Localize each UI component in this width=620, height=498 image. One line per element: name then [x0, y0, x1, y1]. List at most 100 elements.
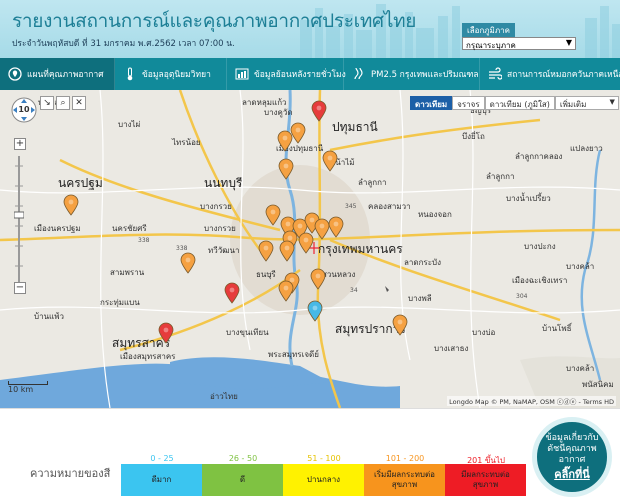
- nav-item-northern-haze[interactable]: สถานการณ์หมอกควันภาคเหนือ: [480, 58, 620, 90]
- map-attribution: Longdo Map © PM, NaMAP, OSM ⓒⓓⓔ - Terms …: [447, 396, 616, 406]
- zoom-out-button[interactable]: −: [14, 282, 26, 294]
- aqi-info-link: คลิ๊กที่นี่: [554, 468, 590, 481]
- svg-text:338: 338: [138, 237, 150, 244]
- nav-item-label: ข้อมูลย้อนหลังรายชั่วโมง: [254, 70, 346, 80]
- map-scale-label: 10 km: [8, 385, 34, 394]
- nav-item-hourly-history[interactable]: ข้อมูลย้อนหลังรายชั่วโมง: [227, 58, 346, 90]
- aqi-station-marker[interactable]: [63, 194, 79, 216]
- map-place-label: คลองสามวา: [368, 202, 411, 211]
- map-place-label: ปทุมธานี: [332, 120, 378, 134]
- main-nav: แผนที่คุณภาพอากาศ ข้อมูลอุตุนิยมวิทยา ข้…: [0, 58, 620, 90]
- aqi-station-marker[interactable]: [307, 300, 323, 322]
- aqi-station-marker[interactable]: [392, 314, 408, 336]
- map-place-label: กรุงเทพมหานคร: [318, 242, 403, 256]
- aqi-station-marker[interactable]: [311, 100, 327, 122]
- aqi-station-marker[interactable]: [224, 282, 240, 304]
- search-tool-icon[interactable]: ⌕: [56, 96, 70, 110]
- map-place-label: ลำลูกกาคลอง: [515, 152, 563, 161]
- region-select[interactable]: กรุณาระบุภาค ▼: [462, 37, 576, 50]
- map-place-label: บางคล้า: [566, 262, 595, 271]
- maptype-more-label: เพิ่มเติม: [559, 100, 587, 109]
- aqi-info-button[interactable]: ข้อมูลเกี่ยวกับดัชนีคุณภาพอากาศ คลิ๊กที่…: [532, 417, 612, 497]
- page-title: รายงานสถานการณ์และคุณภาพอากาศประเทศไทย: [12, 10, 417, 32]
- map-place-label: บ้านโพธิ์: [542, 324, 572, 333]
- clear-tool-icon[interactable]: ✕: [72, 96, 86, 110]
- aqi-info-text: ข้อมูลเกี่ยวกับดัชนีคุณภาพอากาศ: [545, 433, 599, 465]
- aqi-station-marker[interactable]: [290, 122, 306, 144]
- map-place-label: บางไผ่: [118, 120, 141, 129]
- map-place-label: บางเสาธง: [434, 344, 469, 353]
- aqi-station-marker[interactable]: [180, 252, 196, 274]
- map-place-label: ไทรน้อย: [172, 138, 201, 147]
- svg-text:345: 345: [345, 203, 357, 210]
- map-place-label: เมืองนครปฐม: [34, 224, 81, 233]
- region-select-value: กรุณาระบุภาค: [466, 41, 516, 50]
- map-place-label: บางขุนเทียน: [226, 328, 269, 337]
- aqi-station-marker[interactable]: [310, 268, 326, 290]
- maptype-satellite[interactable]: ดาวเทียม: [410, 96, 453, 110]
- map-place-label: พนัสนิคม: [582, 380, 614, 389]
- map-place-label: กระทุ่มแบน: [100, 298, 140, 307]
- legend-range-2: 26 - 50: [228, 454, 258, 463]
- map-place-label: นนทบุรี: [204, 176, 243, 190]
- aqi-map[interactable]: 338 338 7 345 34 304 ปทุมธานี นครปฐม นนทบุรี กร…: [0, 90, 620, 408]
- map-place-label: พระสมุทรเจดีย์: [268, 350, 319, 359]
- header: รายงานสถานการณ์และคุณภาพอากาศประเทศไทย ป…: [0, 0, 620, 58]
- aqi-station-marker[interactable]: [278, 158, 294, 180]
- nav-item-weather[interactable]: ข้อมูลอุตุนิยมวิทยา: [115, 58, 227, 90]
- chevron-down-icon: ▼: [565, 38, 572, 47]
- aqi-station-marker[interactable]: [278, 280, 294, 302]
- map-type-switcher: ดาวเทียม จราจร ดาวเทียม (ภูมิใส) เพิ่มเต…: [410, 96, 619, 110]
- zoom-slider[interactable]: [14, 142, 24, 290]
- map-place-label: เมืองฉะเชิงเทรา: [512, 276, 568, 285]
- aqi-station-marker[interactable]: [279, 240, 295, 262]
- map-place-label: บ้านแพ้ว: [34, 312, 64, 321]
- nav-item-aqi-map[interactable]: แผนที่คุณภาพอากาศ: [0, 58, 115, 90]
- nav-item-label: ข้อมูลอุตุนิยมวิทยา: [142, 70, 211, 80]
- map-place-label: สามพราน: [110, 268, 145, 277]
- aqi-station-marker[interactable]: [258, 240, 274, 262]
- svg-text:34: 34: [350, 287, 358, 294]
- measure-tool-icon[interactable]: ↘: [40, 96, 54, 110]
- aqi-station-marker[interactable]: [265, 204, 281, 226]
- map-place-label: นครปฐม: [58, 176, 103, 190]
- map-place-label: บึงยี่โถ: [462, 132, 485, 141]
- zoom-level: 10: [18, 105, 30, 114]
- chevron-down-icon: ▼: [609, 98, 615, 106]
- maptype-hybrid[interactable]: ดาวเทียม (ภูมิใส): [484, 96, 555, 110]
- legend-title: ความหมายของสี: [30, 467, 111, 480]
- legend-range-1: 0 - 25: [150, 454, 174, 463]
- aqi-station-marker[interactable]: [328, 216, 344, 238]
- maptype-more[interactable]: เพิ่มเติม ▼: [554, 96, 619, 110]
- map-place-label: ลำลูกกา: [486, 172, 515, 181]
- map-place-label: บางพลี: [408, 294, 432, 303]
- aqi-station-marker[interactable]: [158, 322, 174, 344]
- thermometer-icon: [123, 67, 137, 81]
- legend-level-good: ดี: [202, 464, 283, 496]
- chart-icon: [235, 67, 249, 81]
- nav-item-label: สถานการณ์หมอกควันภาคเหนือ: [507, 70, 620, 80]
- legend-level-very-good: ดีมาก: [121, 464, 202, 496]
- map-pan-control[interactable]: 10: [10, 96, 38, 128]
- map-place-label: บางคล้า: [566, 364, 595, 373]
- aqi-station-marker[interactable]: [322, 150, 338, 172]
- maptype-traffic[interactable]: จราจร: [452, 96, 485, 110]
- map-place-label: ทวีวัฒนา: [208, 246, 240, 255]
- map-scale: 10 km: [8, 380, 48, 394]
- svg-text:338: 338: [176, 245, 188, 252]
- map-place-label: บางกรวย: [200, 202, 232, 211]
- map-place-label: ลำลูกกา: [358, 178, 387, 187]
- map-place-label: ธนบุรี: [256, 270, 276, 279]
- region-select-label: เลือกภูมิภาค: [462, 23, 515, 38]
- smoke-icon: [352, 67, 366, 81]
- legend-level-moderate: ปานกลาง: [283, 464, 364, 496]
- map-tools: ↘ ⌕ ✕: [40, 96, 86, 110]
- nav-item-label: PM2.5 กรุงเทพและปริมณฑล: [371, 70, 479, 80]
- aqi-station-marker[interactable]: [298, 232, 314, 254]
- map-place-label: บางบ่อ: [472, 328, 496, 337]
- report-date: ประจำวันพฤหัสบดี ที่ 31 มกราคม พ.ศ.2562 …: [12, 39, 235, 49]
- map-place-label: บางคูวัด: [264, 108, 293, 117]
- legend-range-3: 51 - 100: [307, 454, 341, 463]
- nav-item-pm25-bangkok[interactable]: PM2.5 กรุงเทพและปริมณฑล: [344, 58, 480, 90]
- wind-icon: [488, 67, 502, 81]
